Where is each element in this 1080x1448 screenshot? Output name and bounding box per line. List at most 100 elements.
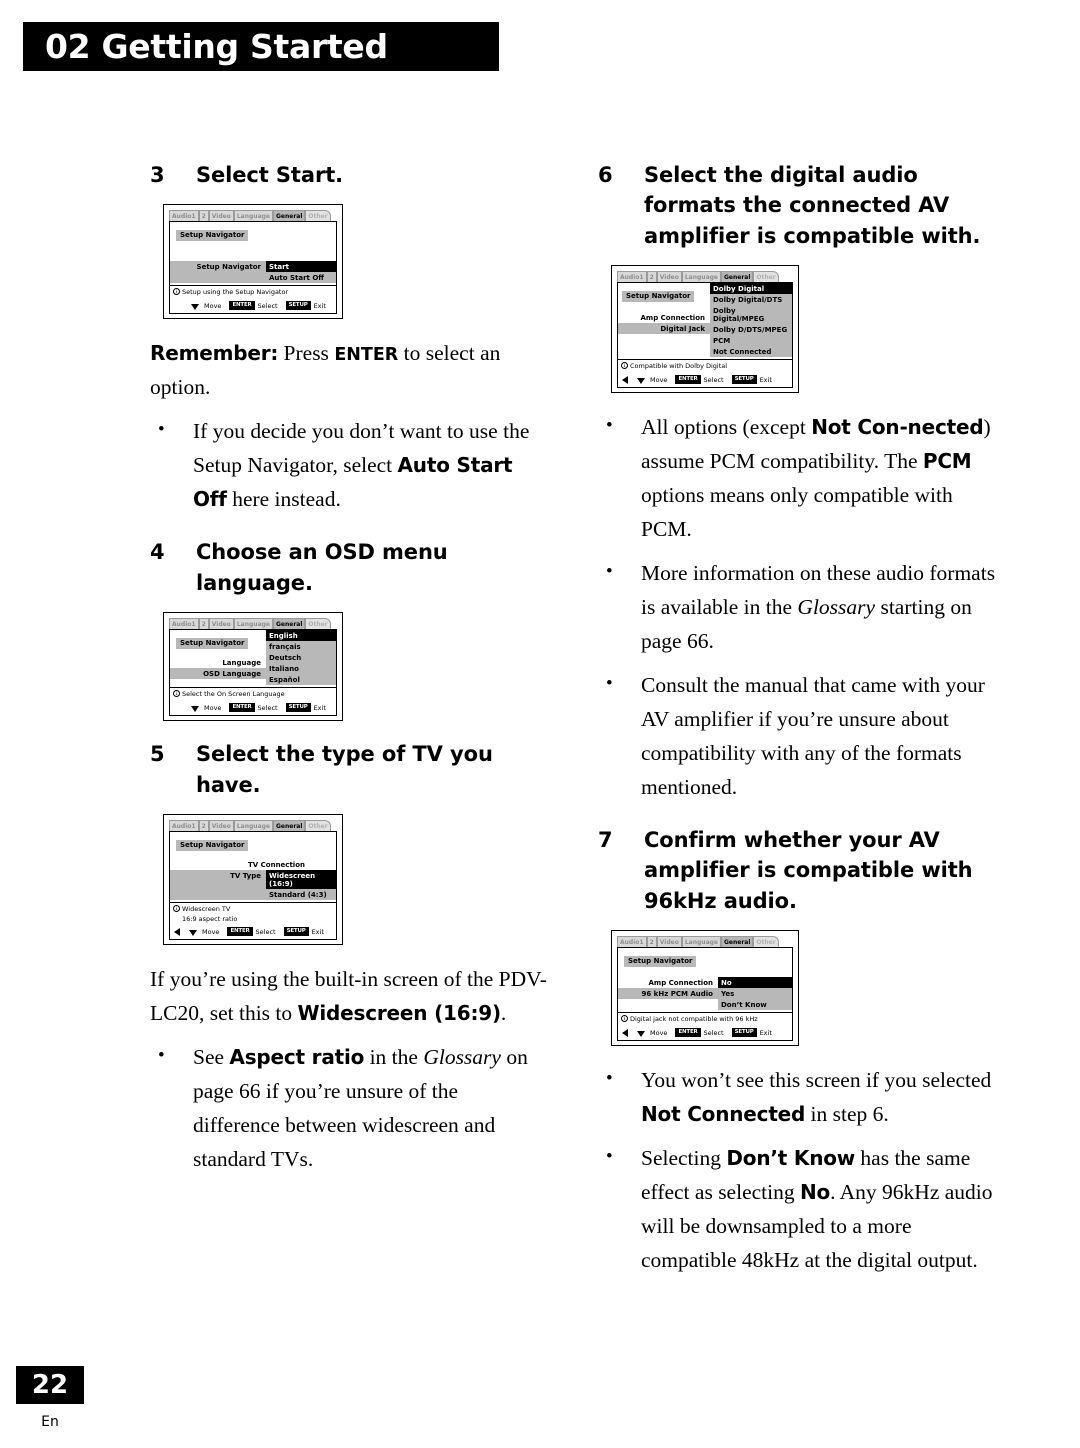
osd-option-auto-start-off[interactable]: Auto Start Off bbox=[266, 272, 336, 284]
osd-tab-language[interactable]: Language bbox=[681, 936, 721, 948]
osd-option-italiano[interactable]: Italiano bbox=[266, 663, 336, 675]
osd-option-pcm[interactable]: PCM bbox=[710, 335, 792, 347]
osd-move-label: Move bbox=[650, 1028, 668, 1037]
osd-row: Setup Navigator Start Auto Start Off bbox=[170, 261, 336, 284]
osd-tab-other[interactable]: Other bbox=[305, 618, 331, 630]
osd-exit-label: Exit bbox=[759, 375, 772, 384]
osd-select-label: Select bbox=[257, 301, 278, 310]
bullet-notconn-part2: in step 6. bbox=[805, 1102, 889, 1127]
osd-option-francais[interactable]: français bbox=[266, 641, 336, 653]
osd-tab-other[interactable]: Other bbox=[753, 936, 779, 948]
osd-tab-2[interactable]: 2 bbox=[646, 271, 657, 283]
bullet-pcm-part1: All options (except bbox=[641, 415, 812, 440]
osd-tab-audio1[interactable]: Audio1 bbox=[169, 820, 199, 832]
bullet-pcm-part3: options means only compatible with PCM. bbox=[641, 483, 953, 542]
bullet-aspect-ratio: See Aspect ratio in the Glossary on page… bbox=[150, 1041, 550, 1177]
osd-option-english[interactable]: English bbox=[266, 630, 336, 642]
enter-button-badge[interactable]: ENTER bbox=[675, 1028, 701, 1038]
osd-panel-title: Setup Navigator bbox=[176, 839, 249, 851]
widescreen-part2: . bbox=[500, 1001, 507, 1025]
bullet-dontknow-bold2: No bbox=[799, 1180, 831, 1205]
bullet-list-aspect: See Aspect ratio in the Glossary on page… bbox=[150, 1041, 550, 1177]
osd-tab-audio1[interactable]: Audio1 bbox=[169, 618, 199, 630]
setup-button-badge[interactable]: SETUP bbox=[283, 927, 309, 937]
osd-hint-secondary: 16:9 aspect ratio bbox=[182, 915, 238, 924]
bullet-aspect-bold: Aspect ratio bbox=[229, 1044, 365, 1069]
osd-tab-audio1[interactable]: Audio1 bbox=[617, 271, 647, 283]
osd-option-start[interactable]: Start bbox=[266, 261, 336, 273]
osd-hint-text: Digital jack not compatible with 96 kHz bbox=[630, 1015, 758, 1024]
setup-button-badge[interactable]: SETUP bbox=[285, 703, 311, 713]
osd-panel-title: Setup Navigator bbox=[176, 229, 249, 241]
osd-tab-other[interactable]: Other bbox=[753, 271, 779, 283]
osd-row-label: Amp Connection bbox=[648, 978, 713, 987]
info-icon: i bbox=[173, 905, 180, 913]
osd-tab-audio1[interactable]: Audio1 bbox=[617, 936, 647, 948]
bullet-auto-start: If you decide you don’t want to use the … bbox=[150, 415, 550, 517]
osd-tab-language[interactable]: Language bbox=[233, 618, 273, 630]
osd-tab-general[interactable]: General bbox=[720, 936, 754, 948]
chapter-header-banner: 02 Getting Started bbox=[23, 22, 499, 71]
osd-option-dolby-digital-dts[interactable]: Dolby Digital/DTS bbox=[710, 294, 792, 306]
enter-button-badge[interactable]: ENTER bbox=[675, 375, 701, 385]
osd-option-deutsch[interactable]: Deutsch bbox=[266, 652, 336, 664]
osd-tab-video[interactable]: Video bbox=[656, 271, 682, 283]
osd-option-not-connected[interactable]: Not Connected bbox=[710, 346, 792, 358]
osd-tab-general[interactable]: General bbox=[720, 271, 754, 283]
setup-button-badge[interactable]: SETUP bbox=[731, 1028, 757, 1038]
step-5-number: 5 bbox=[150, 742, 165, 767]
osd-option-dolby-d-dts-mpeg[interactable]: Dolby D/DTS/MPEG bbox=[710, 324, 792, 336]
osd-tab-2[interactable]: 2 bbox=[198, 820, 209, 832]
step-6-number: 6 bbox=[598, 163, 613, 187]
osd-diagram-digital-jack: Audio1 2 Video Language General Other Se… bbox=[611, 265, 799, 394]
osd-option-list: Widescreen (16:9) Standard (4:3) bbox=[266, 870, 336, 901]
osd-row-label-2: OSD Language bbox=[170, 668, 266, 680]
osd-option-standard[interactable]: Standard (4:3) bbox=[266, 889, 336, 901]
osd-footer-bar: Move ENTER Select SETUP Exit bbox=[170, 700, 336, 715]
osd-tab-other[interactable]: Other bbox=[305, 210, 331, 222]
osd-option-dolby-digital[interactable]: Dolby Digital bbox=[710, 283, 792, 295]
right-column: 6 Select the digital audio formats the c… bbox=[598, 160, 1008, 1288]
osd-move-label: Move bbox=[204, 301, 222, 310]
osd-tab-2[interactable]: 2 bbox=[198, 618, 209, 630]
osd-tab-video[interactable]: Video bbox=[208, 618, 234, 630]
setup-button-badge[interactable]: SETUP bbox=[285, 301, 311, 311]
osd-tab-language[interactable]: Language bbox=[233, 210, 273, 222]
osd-option-list: Dolby Digital Dolby Digital/DTS Dolby Di… bbox=[710, 283, 792, 358]
osd-tab-other[interactable]: Other bbox=[305, 820, 331, 832]
osd-select-label: Select bbox=[703, 375, 724, 384]
osd-tab-2[interactable]: 2 bbox=[646, 936, 657, 948]
osd-tab-general[interactable]: General bbox=[272, 820, 306, 832]
osd-tab-2[interactable]: 2 bbox=[198, 210, 209, 222]
enter-button-badge[interactable]: ENTER bbox=[229, 301, 255, 311]
osd-panel: Setup Navigator Setup Navigator Start Au… bbox=[169, 222, 337, 315]
osd-option-widescreen[interactable]: Widescreen (16:9) bbox=[266, 870, 336, 890]
enter-button-badge[interactable]: ENTER bbox=[229, 703, 255, 713]
osd-tab-language[interactable]: Language bbox=[233, 820, 273, 832]
osd-tab-video[interactable]: Video bbox=[656, 936, 682, 948]
osd-panel: Setup Navigator Amp Connection 96 kHz PC… bbox=[617, 948, 793, 1042]
page-language-code: En bbox=[41, 1414, 59, 1430]
left-arrow-icon bbox=[622, 375, 628, 384]
osd-tab-video[interactable]: Video bbox=[208, 210, 234, 222]
remember-lead: Remember: bbox=[150, 341, 279, 366]
osd-tab-language[interactable]: Language bbox=[681, 271, 721, 283]
osd-exit-label: Exit bbox=[313, 301, 326, 310]
osd-option-yes[interactable]: Yes bbox=[718, 988, 792, 1000]
osd-tab-audio1[interactable]: Audio1 bbox=[169, 210, 199, 222]
osd-option-rows: Setup Navigator Start Auto Start Off bbox=[170, 261, 336, 284]
osd-option-espanol[interactable]: Español bbox=[266, 674, 336, 686]
osd-option-dont-know[interactable]: Don’t Know bbox=[718, 999, 792, 1011]
osd-tab-general[interactable]: General bbox=[272, 210, 306, 222]
osd-tab-video[interactable]: Video bbox=[208, 820, 234, 832]
bullet-dontknow-bold1: Don’t Know bbox=[726, 1146, 856, 1171]
osd-option-dolby-digital-mpeg[interactable]: Dolby Digital/MPEG bbox=[710, 305, 792, 325]
osd-hint-text: Setup using the Setup Navigator bbox=[182, 288, 289, 297]
bullet-notconn-bold: Not Connected bbox=[641, 1102, 806, 1127]
osd-diagram-osd-language: Audio1 2 Video Language General Other Se… bbox=[163, 612, 343, 722]
setup-button-badge[interactable]: SETUP bbox=[731, 375, 757, 385]
step-4-heading: Choose an OSD menu language. bbox=[196, 540, 448, 595]
osd-tab-general[interactable]: General bbox=[272, 618, 306, 630]
enter-button-badge[interactable]: ENTER bbox=[227, 927, 253, 937]
osd-option-no[interactable]: No bbox=[718, 977, 792, 989]
